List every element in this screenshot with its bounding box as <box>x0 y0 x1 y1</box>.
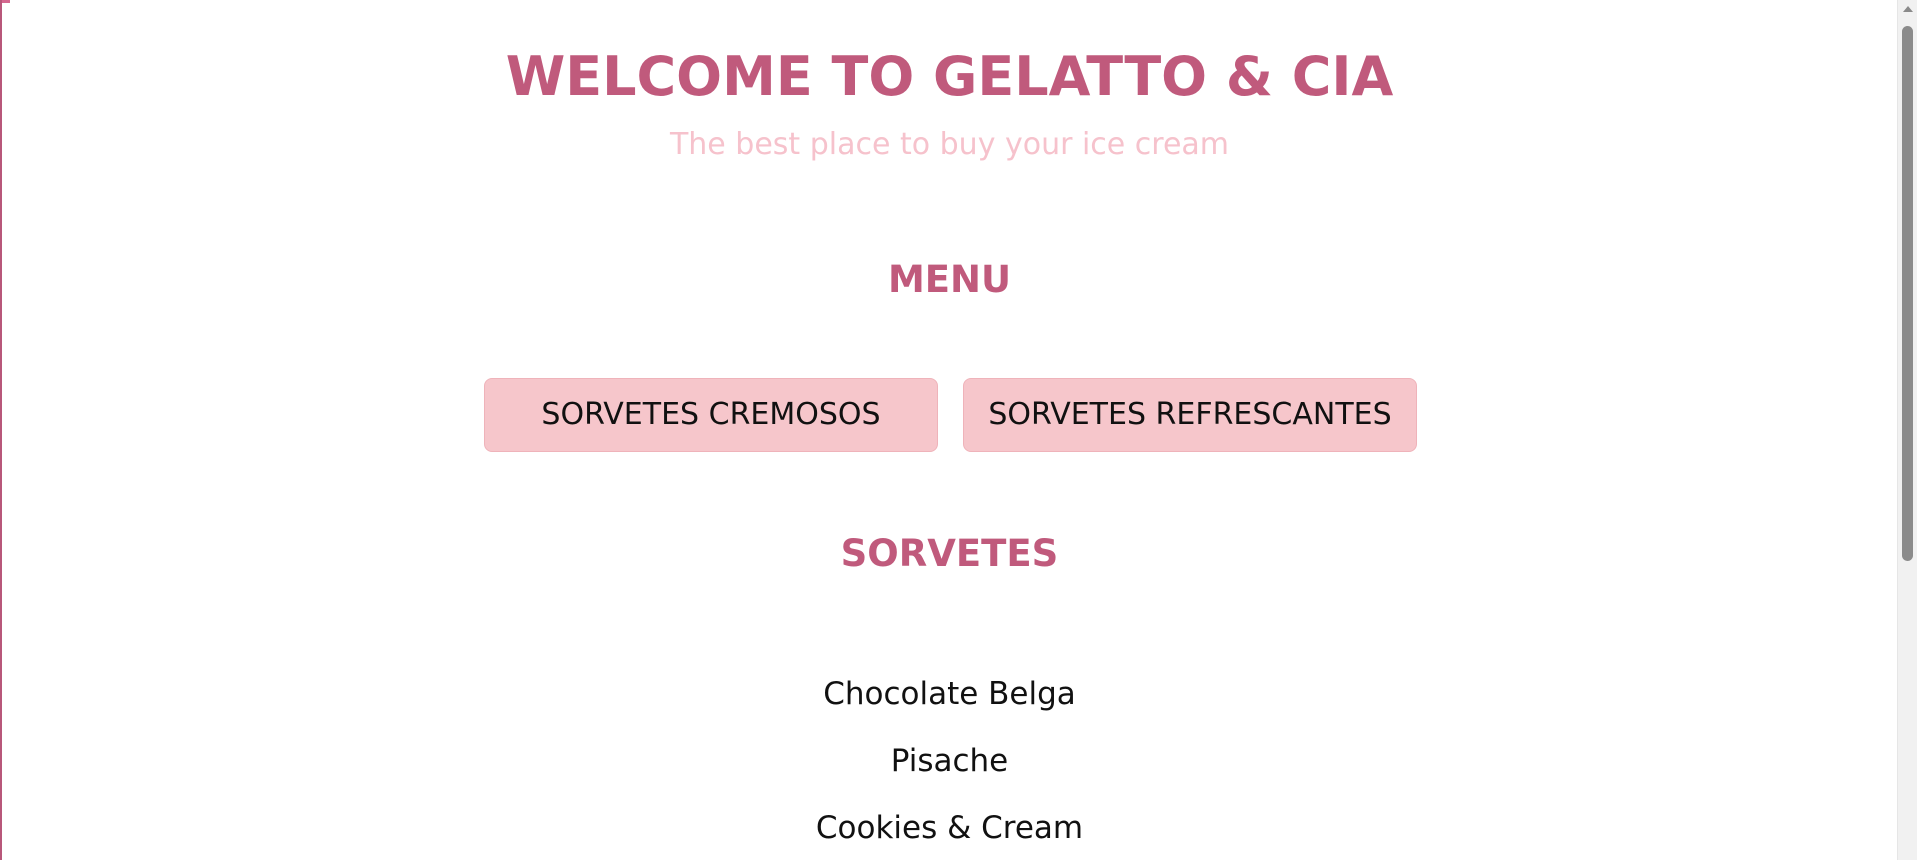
page-subtitle: The best place to buy your ice cream <box>669 127 1230 162</box>
flavor-list: Chocolate Belga Pisache Cookies & Cream <box>2 661 1897 860</box>
vertical-scrollbar[interactable] <box>1897 0 1917 860</box>
main-content: WELCOME TO GELATTO & CIA The best place … <box>2 0 1897 860</box>
sorvetes-refrescantes-button[interactable]: SORVETES REFRESCANTES <box>963 378 1417 452</box>
flavor-item-cookies-cream: Cookies & Cream <box>815 810 1084 846</box>
scroll-thumb[interactable] <box>1902 26 1913 561</box>
menu-heading: MENU <box>887 258 1012 301</box>
page: WELCOME TO GELATTO & CIA The best place … <box>0 0 1917 860</box>
sorvetes-cremosos-button[interactable]: SORVETES CREMOSOS <box>484 378 938 452</box>
flavor-item-chocolate-belga: Chocolate Belga <box>823 676 1076 712</box>
flavor-item-pisache: Pisache <box>890 743 1009 779</box>
sorvetes-heading: SORVETES <box>840 532 1059 575</box>
page-title: WELCOME TO GELATTO & CIA <box>505 45 1394 108</box>
scroll-up-arrow-icon[interactable] <box>1903 6 1913 12</box>
